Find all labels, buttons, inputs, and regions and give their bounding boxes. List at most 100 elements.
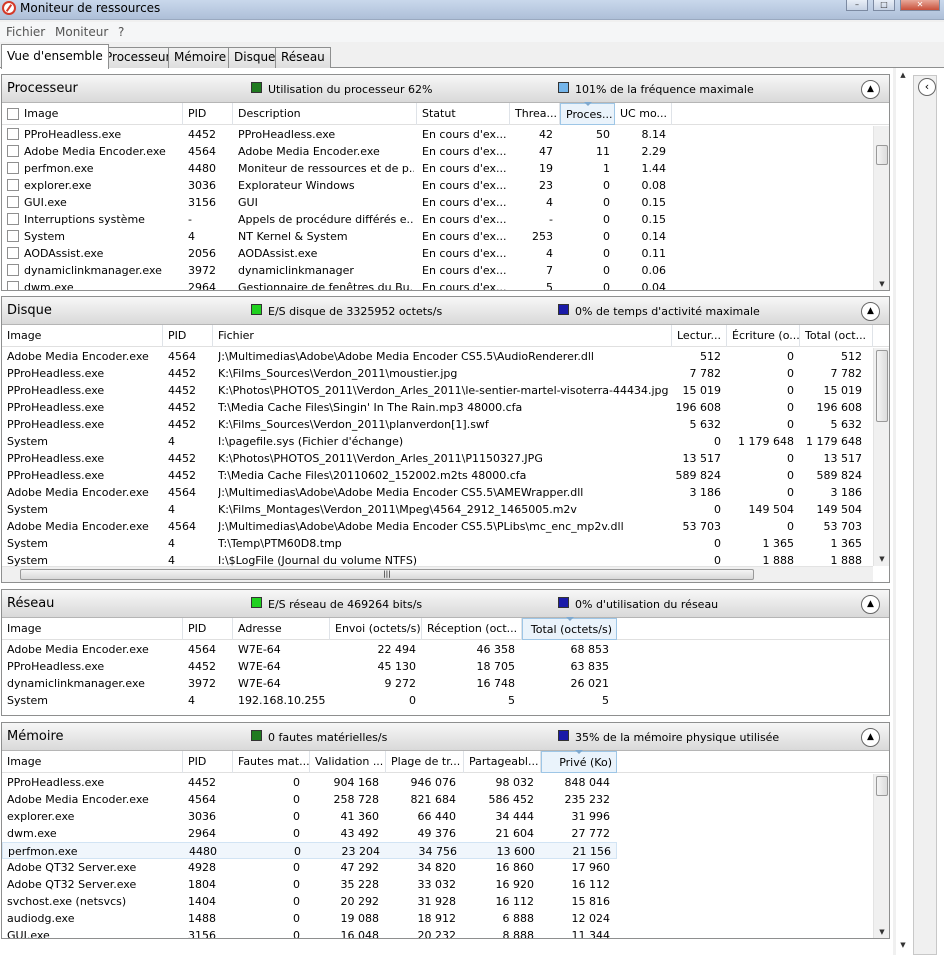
table-row[interactable]: Adobe Media Encoder.exe 4564 W7E-64 22 494 4… xyxy=(2,641,889,658)
table-row[interactable]: AODAssist.exe 2056 AODAssist.exe En cours d… xyxy=(2,245,872,262)
network-collapse-icon[interactable]: ▲ xyxy=(861,595,880,614)
table-row[interactable]: PProHeadless.exe 4452 W7E-64 45 130 18 705 63… xyxy=(2,658,889,675)
memory-scroll-thumb[interactable] xyxy=(876,776,888,796)
table-row[interactable]: Adobe Media Encoder.exe 4564 J:\Multimedia… xyxy=(2,348,872,365)
disk-col-write[interactable]: Écriture (o... xyxy=(727,325,800,347)
net-col-send[interactable]: Envoi (octets/s) xyxy=(330,618,422,640)
table-row[interactable]: dynamiclinkmanager.exe 3972 W7E-64 9 272 16 … xyxy=(2,675,889,692)
table-row[interactable]: GUI.exe 3156 GUI En cours d'ex... 4 0 0.15 xyxy=(2,194,872,211)
scroll-down-icon[interactable]: ▼ xyxy=(874,925,889,938)
table-row[interactable]: System 4 NT Kernel & System En cours d'ex..… xyxy=(2,228,872,245)
memory-collapse-icon[interactable]: ▲ xyxy=(861,728,880,747)
scroll-down-icon[interactable]: ▼ xyxy=(896,938,910,952)
table-row[interactable]: dwm.exe 2964 Gestionnaire de fenêtres du B… xyxy=(2,279,872,290)
mem-col-shareable[interactable]: Partageabl... xyxy=(464,751,541,773)
scroll-up-icon[interactable]: ▲ xyxy=(896,68,910,82)
net-col-image[interactable]: Image xyxy=(2,618,183,640)
table-row[interactable]: PProHeadless.exe 4452 T:\Media Cache Files… xyxy=(2,399,872,416)
table-row[interactable]: svchost.exe (netsvcs) 1404 0 20 292 31 928 16… xyxy=(2,893,617,910)
table-row[interactable]: System 4 K:\Films_Montages\Verdon_2011\Mpe… xyxy=(2,501,872,518)
menu-help[interactable]: ? xyxy=(118,25,124,39)
table-row[interactable]: PProHeadless.exe 4452 K:\Films_Sources\Ver… xyxy=(2,416,872,433)
table-row[interactable]: Adobe Media Encoder.exe 4564 Adobe Media E… xyxy=(2,143,872,160)
table-row[interactable]: Adobe QT32 Server.exe 1804 0 35 228 33 032 16… xyxy=(2,876,617,893)
row-checkbox[interactable] xyxy=(7,230,19,242)
table-row[interactable]: PProHeadless.exe 4452 PProHeadless.exe En c… xyxy=(2,126,872,143)
cpu-col-pid[interactable]: PID xyxy=(183,103,233,125)
disk-scrollbar[interactable]: ▼ xyxy=(873,348,889,566)
cpu-select-all-checkbox[interactable] xyxy=(7,108,19,120)
tab-memory[interactable]: Mémoire xyxy=(168,47,233,68)
disk-col-file[interactable]: Fichier xyxy=(213,325,672,347)
disk-col-read[interactable]: Lectur... xyxy=(672,325,727,347)
row-checkbox[interactable] xyxy=(7,128,19,140)
expand-graphs-icon[interactable]: ‹ xyxy=(918,78,936,96)
row-checkbox[interactable] xyxy=(7,281,19,290)
scroll-down-icon[interactable]: ▼ xyxy=(874,277,889,290)
table-row[interactable]: PProHeadless.exe 4452 K:\Films_Sources\Ver… xyxy=(2,365,872,382)
table-row[interactable]: dynamiclinkmanager.exe 3972 dynamiclinkman… xyxy=(2,262,872,279)
disk-col-image[interactable]: Image xyxy=(2,325,163,347)
cpu-col-processor[interactable]: Proces... xyxy=(560,103,615,125)
tab-overview[interactable]: Vue d'ensemble xyxy=(1,44,109,69)
row-checkbox[interactable] xyxy=(7,196,19,208)
table-row[interactable]: PProHeadless.exe 4452 K:\Photos\PHOTOS_201… xyxy=(2,450,872,467)
net-col-pid[interactable]: PID xyxy=(183,618,233,640)
cpu-col-status[interactable]: Statut xyxy=(417,103,510,125)
menu-fichier[interactable]: Fichier xyxy=(6,25,45,39)
table-row[interactable]: Adobe QT32 Server.exe 4928 0 47 292 34 820 16… xyxy=(2,859,617,876)
cpu-col-description[interactable]: Description xyxy=(233,103,417,125)
row-checkbox[interactable] xyxy=(7,264,19,276)
net-col-address[interactable]: Adresse xyxy=(233,618,330,640)
table-row[interactable]: explorer.exe 3036 0 41 360 66 440 34 444 31 99… xyxy=(2,808,617,825)
disk-hscroll-thumb[interactable]: ||| xyxy=(20,569,754,580)
memory-scrollbar[interactable]: ▼ xyxy=(873,774,889,938)
table-row[interactable]: audiodg.exe 1488 0 19 088 18 912 6 888 12 024 xyxy=(2,910,617,927)
cpu-scrollbar[interactable]: ▼ xyxy=(873,126,889,290)
row-checkbox[interactable] xyxy=(7,213,19,225)
disk-header[interactable]: Disque E/S disque de 3325952 octets/s 0%… xyxy=(2,297,889,325)
table-row[interactable]: PProHeadless.exe 4452 T:\Media Cache Files… xyxy=(2,467,872,484)
cpu-col-image[interactable]: Image xyxy=(19,103,183,125)
table-row[interactable]: dwm.exe 2964 0 43 492 49 376 21 604 27 772 xyxy=(2,825,617,842)
minimize-button[interactable]: – xyxy=(846,0,868,11)
tab-disk[interactable]: Disque xyxy=(228,47,282,68)
table-row[interactable]: Adobe Media Encoder.exe 4564 J:\Multimedia… xyxy=(2,484,872,501)
tab-processor[interactable]: Processeur xyxy=(99,47,177,68)
table-row[interactable]: PProHeadless.exe 4452 K:\Photos\PHOTOS_201… xyxy=(2,382,872,399)
net-col-receive[interactable]: Réception (oct... xyxy=(422,618,522,640)
row-checkbox[interactable] xyxy=(7,145,19,157)
table-row[interactable]: explorer.exe 3036 Explorateur Windows En co… xyxy=(2,177,872,194)
table-row[interactable]: perfmon.exe 4480 0 23 204 34 756 13 600 21 156 xyxy=(2,842,617,859)
table-row[interactable]: System 4 I:\pagefile.sys (Fichier d'échang… xyxy=(2,433,872,450)
mem-col-working-set[interactable]: Plage de tr... xyxy=(386,751,464,773)
disk-scroll-thumb[interactable] xyxy=(876,350,888,422)
table-row[interactable]: perfmon.exe 4480 Moniteur de ressources et… xyxy=(2,160,872,177)
table-row[interactable]: GUI.exe 3156 0 16 048 20 232 8 888 11 344 xyxy=(2,927,617,938)
table-row[interactable]: PProHeadless.exe 4452 0 904 168 946 076 98 03… xyxy=(2,774,617,791)
close-button[interactable]: ✕ xyxy=(900,0,940,11)
menu-moniteur[interactable]: Moniteur xyxy=(55,25,108,39)
tab-network[interactable]: Réseau xyxy=(275,47,331,68)
mem-col-pid[interactable]: PID xyxy=(183,751,233,773)
memory-header[interactable]: Mémoire 0 fautes matérielles/s 35% de la… xyxy=(2,723,889,751)
mem-col-private[interactable]: Privé (Ko) xyxy=(541,751,617,773)
row-checkbox[interactable] xyxy=(7,179,19,191)
table-row[interactable]: Adobe Media Encoder.exe 4564 J:\Multimedia… xyxy=(2,518,872,535)
mem-col-faults[interactable]: Fautes mat... xyxy=(233,751,310,773)
table-row[interactable]: Interruptions système - Appels de procédur… xyxy=(2,211,872,228)
net-col-total[interactable]: Total (octets/s) xyxy=(522,618,617,640)
mem-col-image[interactable]: Image xyxy=(2,751,183,773)
maximize-button[interactable]: □ xyxy=(873,0,895,11)
cpu-scroll-thumb[interactable] xyxy=(876,145,888,165)
disk-col-total[interactable]: Total (oct... xyxy=(800,325,873,347)
table-row[interactable]: Adobe Media Encoder.exe 4564 0 258 728 821 6… xyxy=(2,791,617,808)
scroll-down-icon[interactable]: ▼ xyxy=(874,552,889,566)
disk-col-pid[interactable]: PID xyxy=(163,325,213,347)
network-header[interactable]: Réseau E/S réseau de 469264 bits/s 0% d'… xyxy=(2,590,889,618)
table-row[interactable]: System 4 192.168.10.255 0 5 5 xyxy=(2,692,889,709)
cpu-col-uc[interactable]: UC mo... xyxy=(615,103,672,125)
table-row[interactable]: System 4 T:\Temp\PTM60D8.tmp 0 1 365 1 365 xyxy=(2,535,872,552)
disk-collapse-icon[interactable]: ▲ xyxy=(861,302,880,321)
cpu-collapse-icon[interactable]: ▲ xyxy=(861,80,880,99)
